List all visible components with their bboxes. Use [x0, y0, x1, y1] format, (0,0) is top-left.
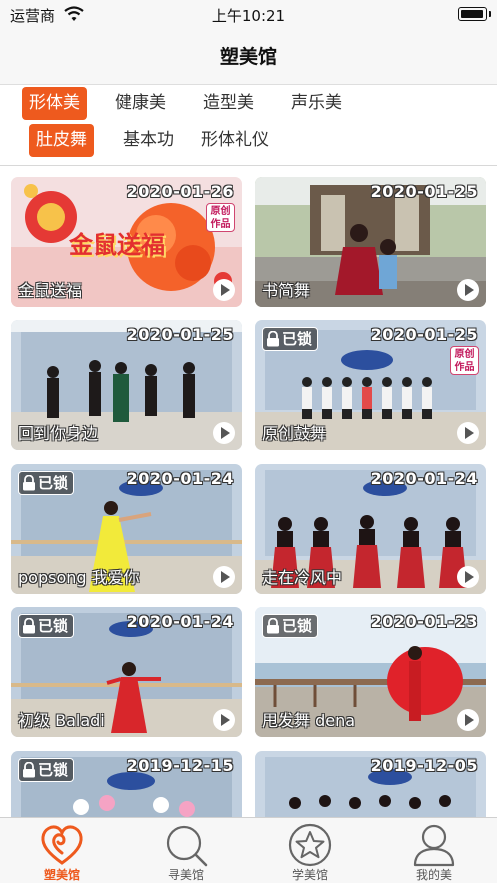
- video-title: 金鼠送福: [18, 281, 83, 300]
- video-title: popsong 我爱你: [18, 568, 140, 587]
- video-date: 2020-01-26: [126, 182, 234, 201]
- star-circle-icon: [288, 823, 332, 867]
- play-icon[interactable]: [213, 709, 235, 731]
- original-badge: 原创 作品: [450, 346, 479, 375]
- original-badge: 原创 作品: [206, 203, 235, 232]
- person-icon: [413, 824, 455, 867]
- video-card[interactable]: 2020-01-25 已锁 原创 作品 原创鼓舞: [255, 320, 486, 450]
- video-date: 2019-12-05: [370, 756, 478, 775]
- video-title: 原创鼓舞: [262, 424, 327, 443]
- video-title: 甩发舞 dena: [262, 711, 356, 730]
- play-icon[interactable]: [213, 279, 235, 301]
- tab-xunmeiguan[interactable]: 寻美馆: [124, 818, 248, 883]
- video-card[interactable]: 2020-01-25 书简舞: [255, 177, 486, 307]
- category-bar: 形体美 健康美 造型美 声乐美 肚皮舞 基本功 形体礼仪: [0, 86, 497, 166]
- video-date: 2020-01-25: [126, 325, 234, 344]
- video-date: 2020-01-25: [370, 182, 478, 201]
- locked-badge: 已锁: [18, 758, 75, 782]
- tab-xuemeiguan[interactable]: 学美馆: [248, 818, 372, 883]
- video-card[interactable]: 2019-12-15 已锁: [11, 751, 242, 817]
- video-date: 2020-01-24: [126, 469, 234, 488]
- video-card[interactable]: 2020-01-24 走在冷风中: [255, 464, 486, 594]
- tab-label: 寻美馆: [167, 868, 204, 882]
- clock-label: 上午10:21: [211, 7, 286, 25]
- category-chip-shengyuemei[interactable]: 声乐美: [284, 87, 349, 120]
- locked-badge: 已锁: [262, 327, 319, 351]
- nav-bar: 塑美馆: [0, 28, 497, 85]
- tab-label: 我的美: [415, 868, 452, 882]
- video-card[interactable]: 金鼠送福 2020-01-26 原创 作品 金鼠送福: [11, 177, 242, 307]
- video-date: 2020-01-25: [370, 325, 478, 344]
- lock-icon: [267, 331, 279, 347]
- thumbnail-banner-text: 金鼠送福: [69, 231, 165, 259]
- tab-label: 学美馆: [291, 868, 328, 882]
- category-chip-xingtimei[interactable]: 形体美: [22, 87, 87, 120]
- category-chip-zaoxingmei[interactable]: 造型美: [196, 87, 261, 120]
- category-chip-jiankangmei[interactable]: 健康美: [108, 87, 173, 120]
- video-card[interactable]: 2019-12-05: [255, 751, 486, 817]
- status-bar: 运营商 上午10:21: [0, 0, 497, 28]
- video-date: 2020-01-24: [370, 469, 478, 488]
- lock-icon: [23, 618, 35, 634]
- video-card[interactable]: 2020-01-25 回到你身边: [11, 320, 242, 450]
- play-icon[interactable]: [457, 566, 479, 588]
- video-title: 初级 Baladi: [18, 711, 105, 730]
- lock-icon: [23, 762, 35, 778]
- video-date: 2019-12-15: [126, 756, 234, 775]
- search-icon: [166, 825, 208, 867]
- video-grid: 金鼠送福 2020-01-26 原创 作品 金鼠送福 2020-01-25 书简舞: [0, 167, 497, 817]
- locked-badge: 已锁: [18, 471, 75, 495]
- subcategory-chip-jibengong[interactable]: 基本功: [116, 124, 181, 157]
- play-icon[interactable]: [213, 566, 235, 588]
- video-title: 走在冷风中: [262, 568, 343, 587]
- video-card[interactable]: 2020-01-24 已锁 popsong 我爱你: [11, 464, 242, 594]
- tab-sumeiguan[interactable]: 塑美馆: [0, 818, 124, 883]
- subcategory-chip-dupiwu[interactable]: 肚皮舞: [29, 124, 94, 157]
- video-date: 2020-01-24: [126, 612, 234, 631]
- video-card[interactable]: 2020-01-24 已锁 初级 Baladi: [11, 607, 242, 737]
- video-title: 回到你身边: [18, 424, 99, 443]
- video-date: 2020-01-23: [370, 612, 478, 631]
- lock-icon: [267, 618, 279, 634]
- locked-badge: 已锁: [262, 614, 319, 638]
- video-title: 书简舞: [262, 281, 311, 300]
- play-icon[interactable]: [457, 279, 479, 301]
- play-icon[interactable]: [457, 422, 479, 444]
- play-icon[interactable]: [213, 422, 235, 444]
- lock-icon: [23, 475, 35, 491]
- video-card[interactable]: 2020-01-23 已锁 甩发舞 dena: [255, 607, 486, 737]
- battery-icon: [458, 7, 487, 21]
- tab-label: 塑美馆: [43, 868, 80, 882]
- tab-wodemei[interactable]: 我的美: [372, 818, 496, 883]
- subcategory-chip-xingtiliyi[interactable]: 形体礼仪: [194, 124, 276, 157]
- heart-swirl-icon: [41, 825, 83, 865]
- play-icon[interactable]: [457, 709, 479, 731]
- page-title: 塑美馆: [219, 46, 277, 68]
- tab-bar: 塑美馆 寻美馆 学美馆 我的美: [0, 817, 497, 883]
- locked-badge: 已锁: [18, 614, 75, 638]
- battery-tip: [489, 11, 491, 17]
